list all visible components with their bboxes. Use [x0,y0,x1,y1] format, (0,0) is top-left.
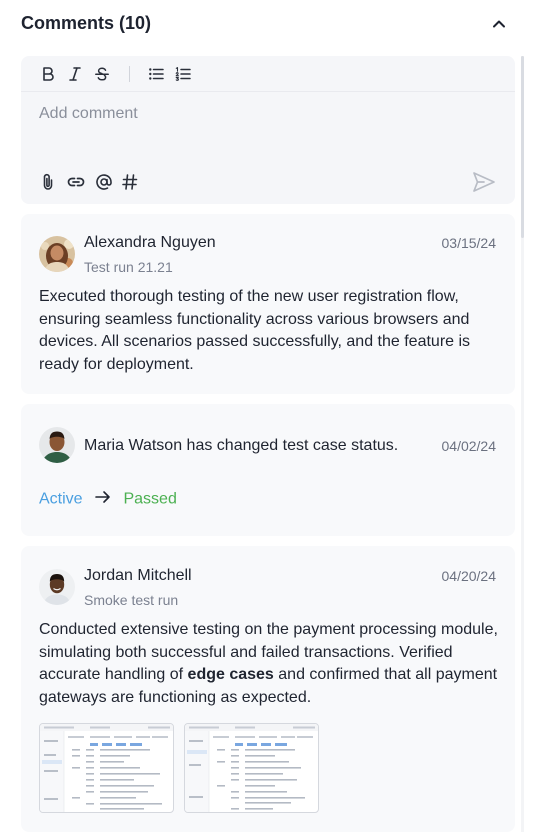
link-icon[interactable] [66,172,86,197]
comments-header: Comments (10) [21,10,511,38]
comment-subtitle[interactable]: Test run 21.21 [84,259,173,275]
comment-author: Alexandra Nguyen [84,234,216,251]
status-change-message: Maria Watson has changed test case statu… [84,437,399,454]
attachment-thumbnail[interactable] [39,723,174,813]
scrollbar-thumb[interactable] [521,56,524,238]
comment-text: Conducted extensive testing on the payme… [39,619,501,709]
status-change: Active Passed [39,490,177,510]
hashtag-icon[interactable] [121,172,139,197]
avatar [39,569,75,605]
chevron-up-icon[interactable] [491,16,507,32]
arrow-right-icon [95,490,111,509]
comments-title: Comments (10) [21,13,152,33]
comment-date: 04/20/24 [441,568,497,584]
comment-card: Jordan Mitchell Smoke test run 04/20/24 … [21,546,515,832]
strikethrough-icon[interactable] [93,65,111,83]
attachment-icon[interactable] [39,172,57,197]
mention-icon[interactable] [94,172,114,197]
bulleted-list-icon[interactable] [147,65,165,83]
comment-date: 04/02/24 [441,438,497,454]
numbered-list-icon[interactable] [174,65,192,83]
comment-date: 03/15/24 [441,235,497,251]
toolbar-divider [129,66,130,82]
avatar [39,236,75,272]
comment-author: Jordan Mitchell [84,567,192,584]
comment-editor: Add comment [21,56,515,204]
attachment-thumbnail[interactable] [184,723,319,813]
comment-text: Executed thorough testing of the new use… [39,288,471,373]
status-from: Active [39,490,83,508]
bold-icon[interactable] [39,65,57,83]
status-change-card: Maria Watson has changed test case statu… [21,404,515,536]
comment-subtitle[interactable]: Smoke test run [84,592,178,608]
comment-input[interactable]: Add comment [39,105,138,123]
editor-toolbar [21,56,515,92]
avatar [39,427,75,463]
comment-card: Alexandra Nguyen Test run 21.21 03/15/24… [21,214,515,394]
send-icon[interactable] [471,170,497,194]
status-to: Passed [123,490,177,508]
italic-icon[interactable] [66,65,84,83]
comment-text-bold: edge cases [187,666,274,683]
